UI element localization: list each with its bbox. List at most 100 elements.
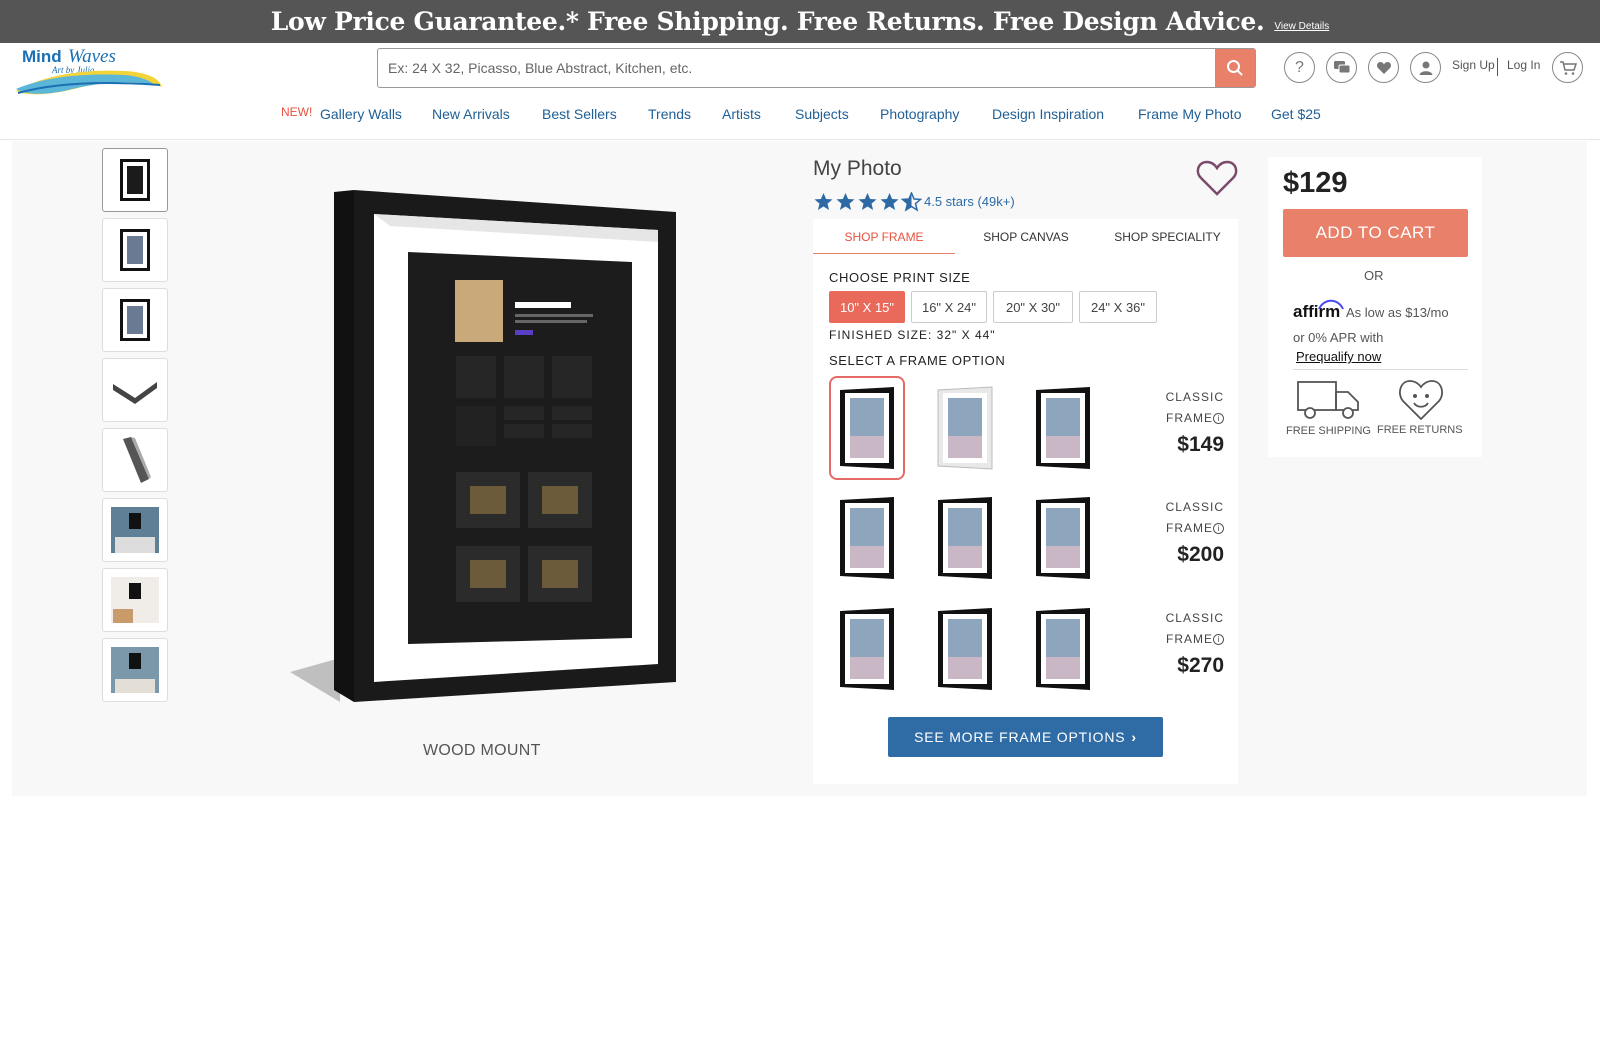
frame-option-5[interactable] [927,486,1003,590]
frame-thumbnail [1036,497,1090,579]
rating-text[interactable]: 4.5 stars (49k+) [924,194,1015,209]
heart-face-icon [1399,380,1443,421]
frame-option-4[interactable] [829,486,905,590]
promo-bar: Low Price Guarantee.* Free Shipping. Fre… [0,0,1600,43]
frame-option-3[interactable] [1025,376,1101,480]
frame-row-2-label: CLASSIC FRAME i [1160,497,1224,539]
chat-button[interactable] [1326,52,1357,83]
size-option-24x36[interactable]: 24" X 36" [1079,291,1157,323]
frame-option-6[interactable] [1025,486,1101,590]
thumbnail-moulding[interactable] [102,428,168,492]
nav-photography[interactable]: Photography [880,106,959,122]
rating-stars [813,192,922,212]
thumbnail-room-2[interactable] [102,568,168,632]
star-icon [858,193,877,210]
thumbnail-angle-2[interactable] [102,288,168,352]
search-bar [377,48,1256,88]
nav-trends[interactable]: Trends [648,106,691,122]
nav-design-inspiration[interactable]: Design Inspiration [992,106,1104,122]
new-badge: NEW! [281,105,313,119]
site-header: Mind Waves Art by Julia ? [0,43,1600,140]
frame-row-1-label: CLASSIC FRAME i [1160,387,1224,429]
tab-shop-speciality[interactable]: SHOP SPECIALITY [1097,219,1238,255]
info-icon[interactable]: i [1213,413,1224,424]
tab-shop-canvas[interactable]: SHOP CANVAS [955,219,1097,255]
main-nav: NEW! Gallery Walls New Arrivals Best Sel… [0,103,1600,127]
select-frame-label: SELECT A FRAME OPTION [829,353,1006,368]
thumbnail-room-3[interactable] [102,638,168,702]
nav-frame-my-photo[interactable]: Frame My Photo [1138,106,1241,122]
frame-option-7[interactable] [829,597,905,701]
choose-print-size-label: CHOOSE PRINT SIZE [829,270,971,285]
cart-button[interactable] [1552,52,1583,83]
truck-icon [1297,381,1359,419]
frame-row-1-label-2: FRAME [1166,411,1213,425]
see-more-frame-options-button[interactable]: SEE MORE FRAME OPTIONS › [888,717,1163,757]
nav-gallery-walls[interactable]: Gallery Walls [320,106,402,122]
sign-up-link[interactable]: Sign Up [1452,58,1495,72]
account-button[interactable] [1410,52,1441,83]
star-icon [880,193,899,210]
frame-row-3-price: $270 [1177,654,1224,677]
affirm-monthly-text: As low as $13/mo [1346,305,1449,320]
info-icon[interactable]: i [1213,523,1224,534]
add-to-cart-button[interactable]: ADD TO CART [1283,209,1468,257]
frame-option-1[interactable] [829,376,905,480]
cart-icon [1559,60,1577,75]
affirm-arc-graphic [1318,299,1344,310]
framed-print-preview [290,190,676,702]
thumbnail-room-1[interactable] [102,498,168,562]
nav-artists[interactable]: Artists [722,106,761,122]
product-title: My Photo [813,157,902,180]
thumbnail-image [111,577,159,623]
frame-option-9[interactable] [1025,597,1101,701]
view-details-link[interactable]: View Details [1274,21,1329,32]
heart-icon [1376,61,1391,74]
chevron-right-icon: › [1131,729,1137,745]
frame-row-3-label-1: CLASSIC [1165,611,1224,625]
frame-thumbnail [1036,387,1090,469]
frame-thumbnail [938,608,992,690]
search-button[interactable] [1215,49,1255,87]
frame-option-2[interactable] [927,376,1003,480]
nav-subjects[interactable]: Subjects [795,106,849,122]
size-option-10x15[interactable]: 10" X 15" [829,291,905,323]
help-button[interactable]: ? [1284,52,1315,83]
frame-option-8[interactable] [927,597,1003,701]
product-type-tabs: SHOP FRAME SHOP CANVAS SHOP SPECIALITY [813,219,1238,255]
finished-size-text: FINISHED SIZE: 32" X 44" [829,328,996,342]
log-in-link[interactable]: Log In [1507,58,1540,72]
search-input[interactable] [378,49,1214,87]
info-icon[interactable]: i [1213,634,1224,645]
thumbnail-image [120,299,150,341]
frame-thumbnail [1036,608,1090,690]
buybox-divider [1293,369,1468,370]
star-icon [814,193,833,210]
size-option-16x24[interactable]: 16" X 24" [911,291,987,323]
nav-best-sellers[interactable]: Best Sellers [542,106,617,122]
frame-row-3-label-2: FRAME [1166,632,1213,646]
thumbnail-corner[interactable] [102,358,168,422]
thumbnail-front[interactable] [102,148,168,212]
frame-thumbnail [937,386,993,470]
free-returns-label: FREE RETURNS [1377,424,1463,436]
search-icon [1227,60,1243,76]
favorites-button[interactable] [1368,52,1399,83]
help-icon: ? [1295,58,1304,76]
add-to-favorites-heart-icon[interactable] [1196,159,1238,197]
frame-thumbnail [840,608,894,690]
size-option-20x30[interactable]: 20" X 30" [993,291,1073,323]
promo-text: Low Price Guarantee.* Free Shipping. Fre… [270,7,1265,36]
site-logo[interactable]: Mind Waves Art by Julia [14,46,164,99]
prequalify-link[interactable]: Prequalify now [1296,349,1381,364]
frame-row-2-price: $200 [1177,543,1224,566]
frame-thumbnail [840,497,894,579]
nav-new-arrivals[interactable]: New Arrivals [432,106,510,122]
thumbnail-image [120,159,150,201]
nav-get-25[interactable]: Get $25 [1271,106,1321,122]
thumbnail-angle-1[interactable] [102,218,168,282]
tab-shop-frame[interactable]: SHOP FRAME [813,219,955,255]
affirm-apr-text: or 0% APR with [1293,330,1384,345]
thumbnail-image [113,382,157,404]
thumbnail-image [111,507,159,553]
